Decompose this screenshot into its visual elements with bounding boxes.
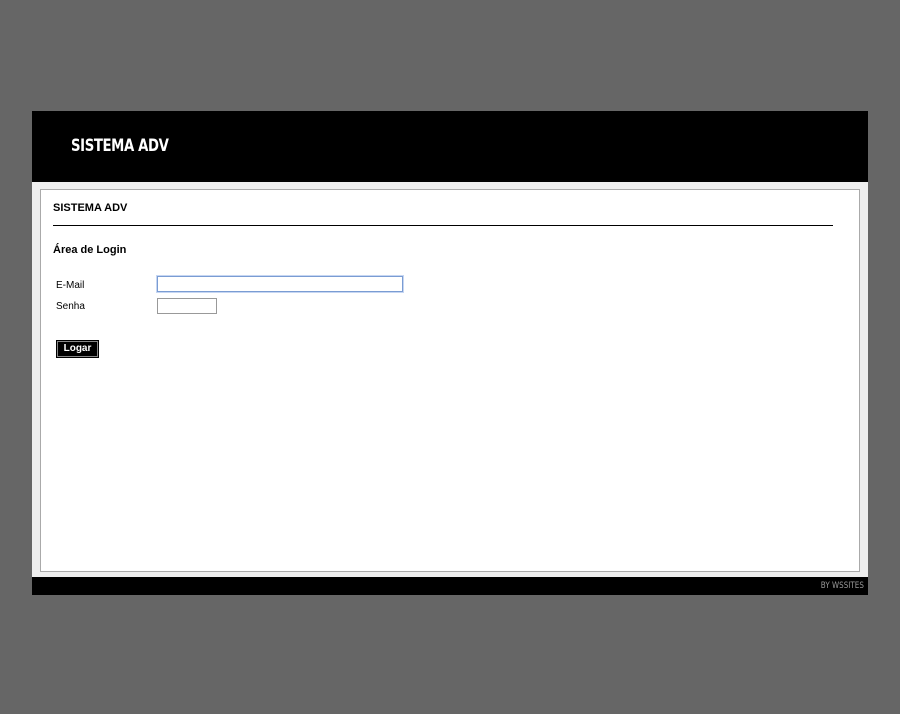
- app-frame: SISTEMA ADV SISTEMA ADV Área de Login E-…: [32, 111, 868, 595]
- email-field[interactable]: [157, 276, 403, 292]
- login-heading: Área de Login: [53, 244, 127, 256]
- title-divider: [53, 225, 833, 226]
- site-logo: SISTEMA ADV: [71, 136, 169, 156]
- footer-credit: BY WSSITES: [820, 581, 864, 591]
- email-label: E-Mail: [56, 280, 85, 291]
- login-button[interactable]: Logar: [56, 340, 99, 358]
- content-panel: SISTEMA ADV Área de Login E-Mail Senha L…: [40, 189, 860, 572]
- senha-label: Senha: [56, 301, 85, 312]
- password-field[interactable]: [157, 298, 217, 314]
- content-area: SISTEMA ADV Área de Login E-Mail Senha L…: [32, 182, 868, 577]
- footer-bar: BY WSSITES: [32, 577, 868, 595]
- page-title: SISTEMA ADV: [53, 202, 128, 214]
- header-bar: SISTEMA ADV: [32, 111, 868, 182]
